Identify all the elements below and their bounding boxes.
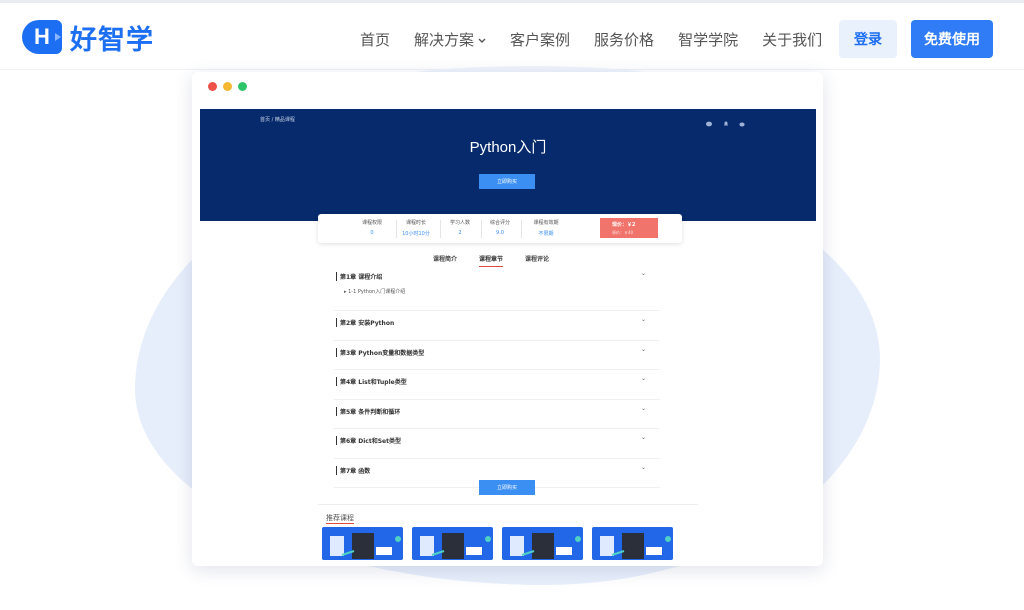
chapter-title: 第7章 函数	[336, 465, 370, 475]
course-card[interactable]	[412, 527, 493, 560]
logo-text: 好智学	[70, 24, 154, 56]
stat-permission: 课程权限 0	[352, 219, 392, 236]
recommend-cards	[322, 527, 682, 560]
stat-divider	[521, 220, 522, 238]
stat-value: 9.0	[496, 230, 504, 236]
nav-solutions-label: 解决方案	[414, 30, 475, 49]
chapter-title: 第2章 安装Python	[336, 318, 394, 327]
course-card[interactable]	[322, 527, 403, 560]
course-title: Python入门	[469, 139, 547, 156]
logo-badge-icon: H	[22, 20, 62, 54]
free-trial-button[interactable]: 免费使用	[911, 20, 993, 58]
nav-academy[interactable]: 智学学院	[678, 29, 738, 50]
chevron-down-icon: ⌄	[640, 375, 646, 382]
buy-now-button[interactable]: 立即购买	[479, 174, 535, 189]
course-tabs: 课程简介 课程章节 课程评论	[433, 254, 571, 267]
course-hero-banner: 首页 / 精品课程 Python入门 立即购买	[200, 109, 816, 221]
chevron-down-icon: ⌄	[640, 404, 646, 412]
course-thumbnail-icon	[510, 533, 581, 559]
course-thumbnail-icon	[600, 533, 671, 559]
close-dot-icon	[208, 82, 217, 91]
recommend-underline	[326, 523, 354, 524]
chapter-item[interactable]: 第6章 Dict和Set类型 ⌄	[334, 429, 660, 459]
stat-label: 学习人数	[449, 220, 470, 226]
login-button[interactable]: 登录	[839, 20, 897, 58]
course-thumbnail-icon	[330, 533, 401, 559]
stat-value: 2	[458, 230, 462, 236]
nav-pricing-label: 服务价格	[594, 30, 655, 49]
stat-rating: 综合评分 9.0	[480, 219, 520, 236]
minimize-dot-icon	[223, 82, 232, 91]
chapter-item[interactable]: 第4章 List和Tuple类型 ⌄	[334, 370, 660, 400]
stat-label: 课程时长	[405, 220, 426, 226]
stat-label: 课程有效期	[533, 220, 559, 226]
tab-chapters[interactable]: 课程章节	[479, 254, 504, 267]
chapter-title: 第6章 Dict和Set类型	[336, 436, 401, 445]
nav-solutions[interactable]: 解决方案	[414, 29, 486, 50]
maximize-dot-icon	[238, 82, 247, 91]
stat-value: 0	[370, 230, 374, 236]
chevron-down-icon: ⌄	[640, 270, 646, 277]
course-thumbnail-icon	[420, 533, 491, 559]
stat-learners: 学习人数 2	[440, 219, 480, 236]
divider	[318, 504, 698, 505]
chevron-down-icon: ⌄	[640, 316, 646, 323]
chapter-item[interactable]: 第2章 安装Python ⌄	[334, 311, 660, 341]
wechat-icon[interactable]	[706, 112, 713, 131]
lesson-item[interactable]: ▸ 1-1 Python入门课程介绍	[344, 288, 405, 295]
chapter-title: 第5章 条件判断和循环	[336, 406, 400, 416]
chevron-down-icon: ⌄	[640, 434, 646, 441]
nav-academy-label: 智学学院	[678, 30, 739, 49]
stat-value: 10小时10分	[402, 231, 430, 237]
nav-about-label: 关于我们	[762, 30, 823, 49]
price-box[interactable]: 现价：￥2 原价：￥40	[600, 218, 658, 238]
bell-icon[interactable]	[723, 112, 729, 131]
breadcrumb: 首页 / 精品课程	[260, 117, 295, 123]
site-header: H 好智学 首页 解决方案 客户案例 服务价格 智学学院 关于我们 登录 免费使…	[0, 3, 1024, 69]
chapter-item[interactable]: 第3章 Python变量和数据类型 ⌄	[334, 341, 660, 370]
buy-now-button-bottom[interactable]: 立即购买	[479, 480, 535, 495]
nav-pricing[interactable]: 服务价格	[594, 29, 654, 50]
chapter-item[interactable]: 第5章 条件判断和循环 ⌄	[334, 400, 660, 429]
nav-about[interactable]: 关于我们	[762, 29, 822, 50]
chapter-item[interactable]: 第1章 课程介绍 ⌄ ▸ 1-1 Python入门课程介绍	[334, 265, 660, 311]
hero-share-icons	[696, 112, 746, 131]
original-price: 原价：￥40	[612, 230, 634, 235]
stat-label: 课程权限	[361, 220, 382, 226]
lesson-title: 1-1 Python入门课程介绍	[348, 289, 406, 295]
recommend-title: 推荐课程	[326, 514, 354, 522]
nav-cases[interactable]: 客户案例	[510, 29, 570, 50]
course-stats-bar: 课程权限 0 课程时长 10小时10分 学习人数 2 综合评分 9.0 课程有效…	[318, 214, 682, 243]
logo-letter: H	[34, 24, 50, 49]
chevron-down-icon: ⌄	[640, 345, 646, 353]
nav-home[interactable]: 首页	[360, 29, 390, 50]
stat-label: 综合评分	[489, 220, 510, 226]
course-card[interactable]	[502, 527, 583, 560]
tab-intro[interactable]: 课程简介	[433, 254, 457, 263]
stat-duration: 课程时长 10小时10分	[396, 219, 436, 237]
current-price: 现价：￥2	[612, 222, 636, 228]
weibo-icon[interactable]	[739, 112, 746, 131]
nav-cases-label: 客户案例	[510, 30, 571, 49]
course-card[interactable]	[592, 527, 673, 560]
chevron-down-icon	[478, 30, 486, 48]
tab-reviews[interactable]: 课程评论	[525, 254, 549, 263]
chapter-title: 第4章 List和Tuple类型	[336, 377, 407, 386]
chevron-down-icon: ⌄	[640, 463, 646, 471]
chapter-title: 第1章 课程介绍	[336, 272, 382, 281]
browser-mockup: 首页 / 精品课程 Python入门 立即购买 课程权限 0 课程时长 10小时…	[192, 72, 823, 566]
stat-validity: 课程有效期 不限期	[524, 219, 568, 237]
nav-home-label: 首页	[360, 30, 391, 49]
chapter-list: 第1章 课程介绍 ⌄ ▸ 1-1 Python入门课程介绍 第2章 安装Pyth…	[334, 265, 660, 488]
chapter-title: 第3章 Python变量和数据类型	[336, 347, 424, 357]
main-nav: 首页 解决方案 客户案例 服务价格 智学学院 关于我们	[360, 6, 846, 72]
window-controls	[208, 82, 253, 91]
logo[interactable]: H 好智学	[22, 20, 154, 56]
stat-value: 不限期	[538, 231, 554, 237]
